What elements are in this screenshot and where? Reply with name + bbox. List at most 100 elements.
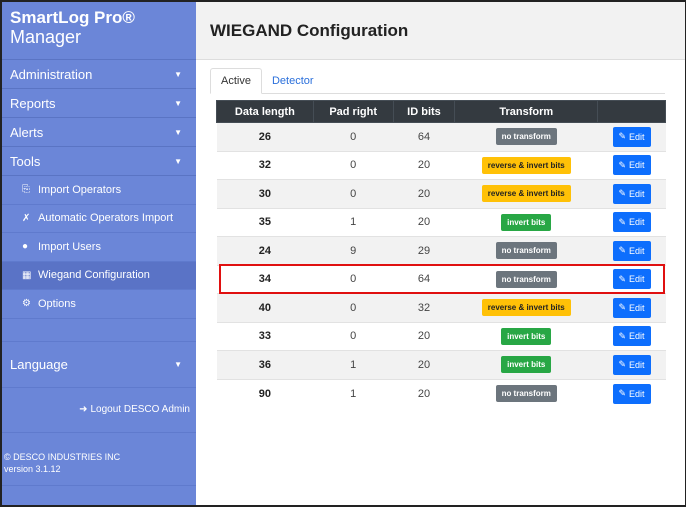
cell-transform: no transform <box>454 236 598 265</box>
cell-pad-right: 0 <box>313 264 394 294</box>
edit-icon: ✎ <box>618 273 627 284</box>
cell-actions: ✎ Edit <box>597 378 666 408</box>
sidebar-item-label: Alerts <box>10 124 44 140</box>
edit-button[interactable]: ✎ Edit <box>612 155 651 176</box>
column-header-data-length[interactable]: Data length <box>216 100 314 123</box>
sidebar-item-alerts[interactable]: Alerts ▼ <box>2 118 196 147</box>
cell-actions: ✎ Edit <box>597 207 666 237</box>
cell-data-length: 90 <box>216 378 314 408</box>
edit-label: Edit <box>629 359 645 370</box>
sidebar-item-label: Import Operators <box>38 183 122 196</box>
table-row: 90 1 20 no transform ✎ Edit <box>216 378 666 408</box>
cell-transform: reverse & invert bits <box>454 179 598 208</box>
cell-pad-right: 1 <box>313 378 394 408</box>
edit-button[interactable]: ✎ Edit <box>612 383 651 404</box>
cell-pad-right: 1 <box>313 350 394 379</box>
edit-button[interactable]: ✎ Edit <box>612 297 651 318</box>
table-row: 35 1 20 invert bits ✎ Edit <box>216 207 666 237</box>
sidebar-item-options[interactable]: ⚙ Options <box>2 290 196 319</box>
cell-actions: ✎ Edit <box>597 350 666 379</box>
edit-icon: ✎ <box>618 302 627 313</box>
logout-link[interactable]: ➜ Logout DESCO Admin <box>2 388 196 433</box>
edit-icon: ✎ <box>618 159 627 170</box>
table-row: 34 0 64 no transform ✎ Edit <box>216 264 666 294</box>
transform-badge: invert bits <box>501 327 552 345</box>
app-frame: SmartLog Pro® Manager Administration ▼ R… <box>0 0 686 507</box>
transform-badge: no transform <box>495 128 557 146</box>
edit-icon: ✎ <box>618 359 627 370</box>
cell-pad-right: 0 <box>313 321 394 351</box>
sidebar-item-label: Wiegand Configuration <box>38 269 150 282</box>
tab-active[interactable]: Active <box>210 68 262 94</box>
cell-data-length: 30 <box>216 179 314 208</box>
table-row: 32 0 20 reverse & invert bits ✎ Edit <box>216 150 666 180</box>
logout-label: Logout DESCO Admin <box>90 404 191 415</box>
sidebar-item-language[interactable]: Language ▼ <box>2 342 196 388</box>
edit-icon: ✎ <box>618 388 627 398</box>
sidebar-footer: © DESCO INDUSTRIES INC version 3.1.12 <box>2 433 196 486</box>
tab-bar: Active Detector <box>210 68 665 94</box>
table-row: 33 0 20 invert bits ✎ Edit <box>216 321 666 351</box>
edit-button[interactable]: ✎ Edit <box>612 354 651 375</box>
column-header-transform[interactable]: Transform <box>454 100 599 123</box>
gear-icon: ⚙ <box>22 298 31 310</box>
edit-button[interactable]: ✎ Edit <box>612 240 651 261</box>
cell-actions: ✎ Edit <box>597 264 666 294</box>
sidebar-item-label: Options <box>38 297 76 310</box>
sidebar-item-import-operators[interactable]: ⎘ Import Operators <box>2 176 196 205</box>
column-header-id-bits[interactable]: ID bits <box>392 100 456 123</box>
brand[interactable]: SmartLog Pro® Manager <box>2 2 196 60</box>
edit-label: Edit <box>629 131 645 142</box>
cell-id-bits: 29 <box>393 236 455 265</box>
tab-detector[interactable]: Detector <box>262 68 324 94</box>
cell-id-bits: 20 <box>393 321 455 351</box>
cell-actions: ✎ Edit <box>597 236 666 265</box>
edit-button[interactable]: ✎ Edit <box>612 212 651 233</box>
sidebar-item-automatic-operators-import[interactable]: ✗ Automatic Operators Import <box>2 204 196 233</box>
sidebar-item-label: Language <box>10 356 68 372</box>
cell-transform: invert bits <box>454 321 598 351</box>
version-text: version 3.1.12 <box>4 463 61 474</box>
sidebar-item-label: Administration <box>10 66 93 82</box>
sidebar-item-reports[interactable]: Reports ▼ <box>2 89 196 118</box>
cell-actions: ✎ Edit <box>597 122 666 151</box>
cell-transform: reverse & invert bits <box>454 150 598 180</box>
sidebar-item-administration[interactable]: Administration ▼ <box>2 60 196 89</box>
edit-label: Edit <box>629 217 645 228</box>
cell-pad-right: 0 <box>313 179 394 208</box>
caret-down-icon: ▼ <box>174 359 182 369</box>
sidebar-item-wiegand-configuration[interactable]: ▦ Wiegand Configuration <box>2 261 196 290</box>
edit-label: Edit <box>629 274 645 285</box>
cell-actions: ✎ Edit <box>597 293 666 322</box>
cell-actions: ✎ Edit <box>597 179 666 208</box>
sidebar-item-tools[interactable]: Tools ▼ <box>2 147 196 176</box>
column-header-actions <box>597 100 666 123</box>
cell-actions: ✎ Edit <box>597 150 666 180</box>
edit-button[interactable]: ✎ Edit <box>612 269 651 290</box>
sidebar-item-label: Import Users <box>38 240 101 253</box>
page-title: WIEGAND Configuration <box>210 20 409 40</box>
column-header-pad-right[interactable]: Pad right <box>312 100 394 123</box>
edit-icon: ✎ <box>618 245 627 256</box>
import-icon: ⎘ <box>22 184 30 196</box>
edit-label: Edit <box>629 245 645 256</box>
edit-button[interactable]: ✎ Edit <box>612 126 651 147</box>
transform-badge: reverse & invert bits <box>481 185 571 203</box>
cell-data-length: 24 <box>216 236 314 265</box>
edit-button[interactable]: ✎ Edit <box>612 326 651 347</box>
cell-pad-right: 0 <box>313 293 394 322</box>
sidebar-item-import-users[interactable]: ● Import Users <box>2 233 196 262</box>
table-row: 36 1 20 invert bits ✎ Edit <box>216 350 666 379</box>
edit-label: Edit <box>629 160 645 171</box>
cell-transform: reverse & invert bits <box>454 293 598 322</box>
edit-label: Edit <box>629 331 645 342</box>
transform-badge: no transform <box>495 270 557 288</box>
cell-data-length: 32 <box>216 150 314 180</box>
cell-actions: ✎ Edit <box>597 321 666 351</box>
cell-id-bits: 64 <box>393 122 455 151</box>
cell-data-length: 36 <box>216 350 314 379</box>
table-row: 30 0 20 reverse & invert bits ✎ Edit <box>216 179 666 208</box>
edit-icon: ✎ <box>618 330 627 341</box>
edit-button[interactable]: ✎ Edit <box>612 183 651 204</box>
edit-label: Edit <box>629 188 645 199</box>
